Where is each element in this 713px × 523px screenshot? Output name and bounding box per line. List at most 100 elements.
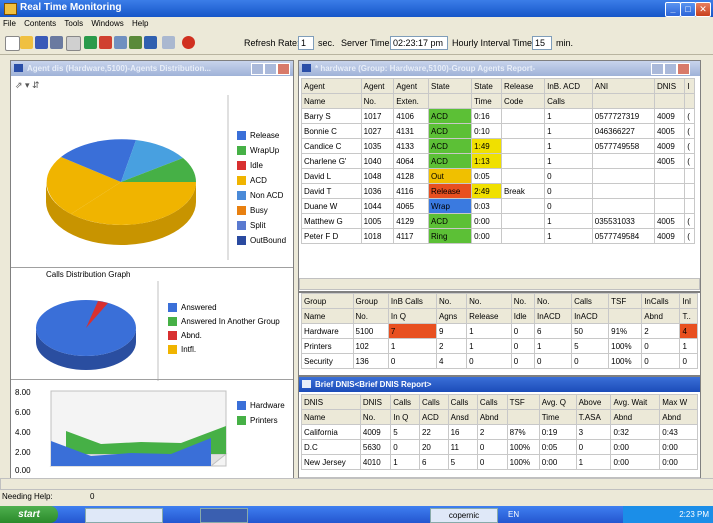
table-cell: 2 bbox=[641, 323, 681, 339]
legend-release: Release bbox=[237, 131, 280, 141]
table-row[interactable]: Printers 102 1 2 1 0 1 5 100% 0 1 bbox=[301, 338, 698, 354]
legend-swatch bbox=[237, 206, 246, 216]
table-row[interactable]: Candice C 1035 4133 ACD 1:49 1 0577749558 4009( bbox=[301, 138, 695, 154]
window-icon bbox=[302, 380, 311, 388]
extra-col bbox=[684, 198, 695, 214]
menu-tools[interactable]: Tools bbox=[61, 18, 86, 29]
column-header: Max W bbox=[659, 394, 698, 410]
column-header: Agent bbox=[301, 78, 362, 94]
dnis-report-window: Brief DNIS<Brief DNIS Report> DNIS DNIS Ca… bbox=[298, 376, 701, 490]
table-row[interactable]: D.C 5630 0 20 11 0 100% 0:05 0 0:00 0:00 bbox=[301, 439, 698, 455]
taskbar-copernic[interactable]: copernic bbox=[430, 508, 498, 523]
legend-swatch bbox=[237, 221, 246, 231]
window-icon[interactable] bbox=[162, 36, 175, 49]
horizontal-scrollbar[interactable] bbox=[299, 278, 700, 290]
column-header: Name bbox=[301, 308, 354, 324]
table-row[interactable]: Barry S 1017 4106 ACD 0:16 1 0577727319 4009( bbox=[301, 108, 695, 124]
y-tick: 2.00 bbox=[15, 448, 31, 457]
panel-minimize-button[interactable] bbox=[651, 63, 664, 75]
table-row[interactable]: California 4009 5 22 16 2 87% 0:19 3 0:32 0:43 bbox=[301, 424, 698, 440]
legend-label: Release bbox=[250, 131, 280, 140]
table-cell: California bbox=[301, 424, 361, 440]
column-header: InACD bbox=[533, 308, 573, 324]
agents-icon[interactable] bbox=[84, 36, 97, 49]
agent-distribution-window: Agent dis (Hardware,5100)-Agents Distrib… bbox=[10, 60, 294, 490]
panel-close-button[interactable] bbox=[277, 63, 290, 75]
agent-name: David T bbox=[301, 183, 362, 199]
table-row[interactable]: Hardware 5100 7 9 1 0 6 50 91% 2 4 bbox=[301, 323, 698, 339]
panel-close-button[interactable] bbox=[677, 63, 690, 75]
table-cell: 91% bbox=[608, 323, 643, 339]
table-row[interactable]: New Jersey 4010 1 6 5 0 100% 0:00 1 0:00 0:00 bbox=[301, 454, 698, 470]
state-time: 2:49 bbox=[471, 183, 502, 199]
clock: 2:23 PM bbox=[679, 510, 709, 519]
table-cell: 100% bbox=[608, 338, 643, 354]
table-row[interactable]: Charlene G' 1040 4064 ACD 1:13 1 4005( bbox=[301, 153, 695, 169]
table-row[interactable]: David T 1036 4116 Release 2:49 Break 0 bbox=[301, 183, 695, 199]
menu-file[interactable]: File bbox=[0, 18, 19, 29]
refresh-rate-input[interactable]: 1 bbox=[298, 36, 314, 50]
main-horizontal-scrollbar[interactable] bbox=[0, 478, 713, 490]
taskbar-app[interactable] bbox=[200, 508, 248, 523]
open-folder-icon[interactable] bbox=[20, 36, 33, 49]
properties-icon[interactable] bbox=[66, 36, 81, 51]
start-button[interactable]: start bbox=[0, 506, 58, 523]
table-cell: 0:00 bbox=[610, 454, 661, 470]
agent-ext: 4129 bbox=[393, 213, 429, 229]
table-cell: 100% bbox=[506, 454, 540, 470]
group-icon[interactable] bbox=[129, 36, 142, 49]
table-row[interactable]: Bonnie C 1027 4131 ACD 0:10 1 046366227 4005( bbox=[301, 123, 695, 139]
inb-acd-calls: 0 bbox=[544, 198, 593, 214]
column-header: InCalls bbox=[641, 293, 681, 309]
minimize-button[interactable]: _ bbox=[665, 2, 681, 17]
state-time: 0:16 bbox=[471, 108, 502, 124]
legend-hardware: Hardware bbox=[237, 401, 285, 411]
table-row[interactable]: Peter F D 1018 4117 Ring 0:00 1 0577749584 4009… bbox=[301, 228, 695, 244]
table-cell: 0:43 bbox=[659, 424, 698, 440]
table-cell: 5630 bbox=[359, 439, 392, 455]
close-button[interactable]: ✕ bbox=[695, 2, 711, 17]
agent-ext: 4133 bbox=[393, 138, 429, 154]
legend-idle: Idle bbox=[237, 161, 263, 171]
column-header: Calls bbox=[447, 394, 478, 410]
release-code bbox=[500, 138, 546, 154]
column-header: Exten. bbox=[393, 93, 429, 109]
legend-swatch bbox=[237, 236, 246, 246]
stop-icon[interactable] bbox=[182, 36, 195, 49]
table-cell: 2 bbox=[476, 424, 508, 440]
taskbar-quicklaunch[interactable] bbox=[85, 508, 163, 523]
agent-no: 1040 bbox=[360, 153, 395, 169]
menu-help[interactable]: Help bbox=[129, 18, 151, 29]
panel-minimize-button[interactable] bbox=[251, 63, 264, 75]
print-icon[interactable] bbox=[50, 36, 63, 49]
table-row[interactable]: Duane W 1044 4065 Wrap 0:03 0 bbox=[301, 198, 695, 214]
graph-icon[interactable] bbox=[114, 36, 127, 49]
legend-intfl: Intfl. bbox=[168, 345, 196, 355]
table-row[interactable]: Security 136 0 4 0 0 0 0 100% 0 0 bbox=[301, 353, 698, 369]
dnis: 4005 bbox=[653, 123, 686, 139]
extra-col: ( bbox=[684, 108, 695, 124]
column-header: I bbox=[684, 78, 695, 94]
save-icon[interactable] bbox=[35, 36, 48, 49]
interval-input[interactable]: 15 bbox=[532, 36, 552, 50]
language-indicator[interactable]: EN bbox=[508, 510, 519, 519]
panel-maximize-button[interactable] bbox=[664, 63, 677, 75]
state-time: 0:10 bbox=[471, 123, 502, 139]
new-icon[interactable] bbox=[5, 36, 20, 51]
y-tick: 6.00 bbox=[15, 408, 31, 417]
column-header: DNIS bbox=[301, 394, 361, 410]
table-row[interactable]: Matthew G 1005 4129 ACD 0:00 1 035531033 4005( bbox=[301, 213, 695, 229]
table-cell: 0:32 bbox=[610, 424, 661, 440]
menu-windows[interactable]: Windows bbox=[88, 18, 126, 29]
taskbar: start copernic EN 2:23 PM bbox=[0, 506, 713, 523]
maximize-button[interactable]: □ bbox=[680, 2, 696, 17]
report-icon[interactable] bbox=[99, 36, 112, 49]
panel-maximize-button[interactable] bbox=[264, 63, 277, 75]
column-header: Abnd bbox=[610, 409, 661, 425]
menu-contents[interactable]: Contents bbox=[21, 18, 59, 29]
column-header: Calls bbox=[571, 293, 610, 309]
chart-tools-icon[interactable]: ⇗ ▾ ⇵ bbox=[15, 80, 40, 91]
table-row[interactable]: David L 1048 4128 Out 0:05 0 bbox=[301, 168, 695, 184]
agent-name: David L bbox=[301, 168, 362, 184]
dnis-icon[interactable] bbox=[144, 36, 157, 49]
